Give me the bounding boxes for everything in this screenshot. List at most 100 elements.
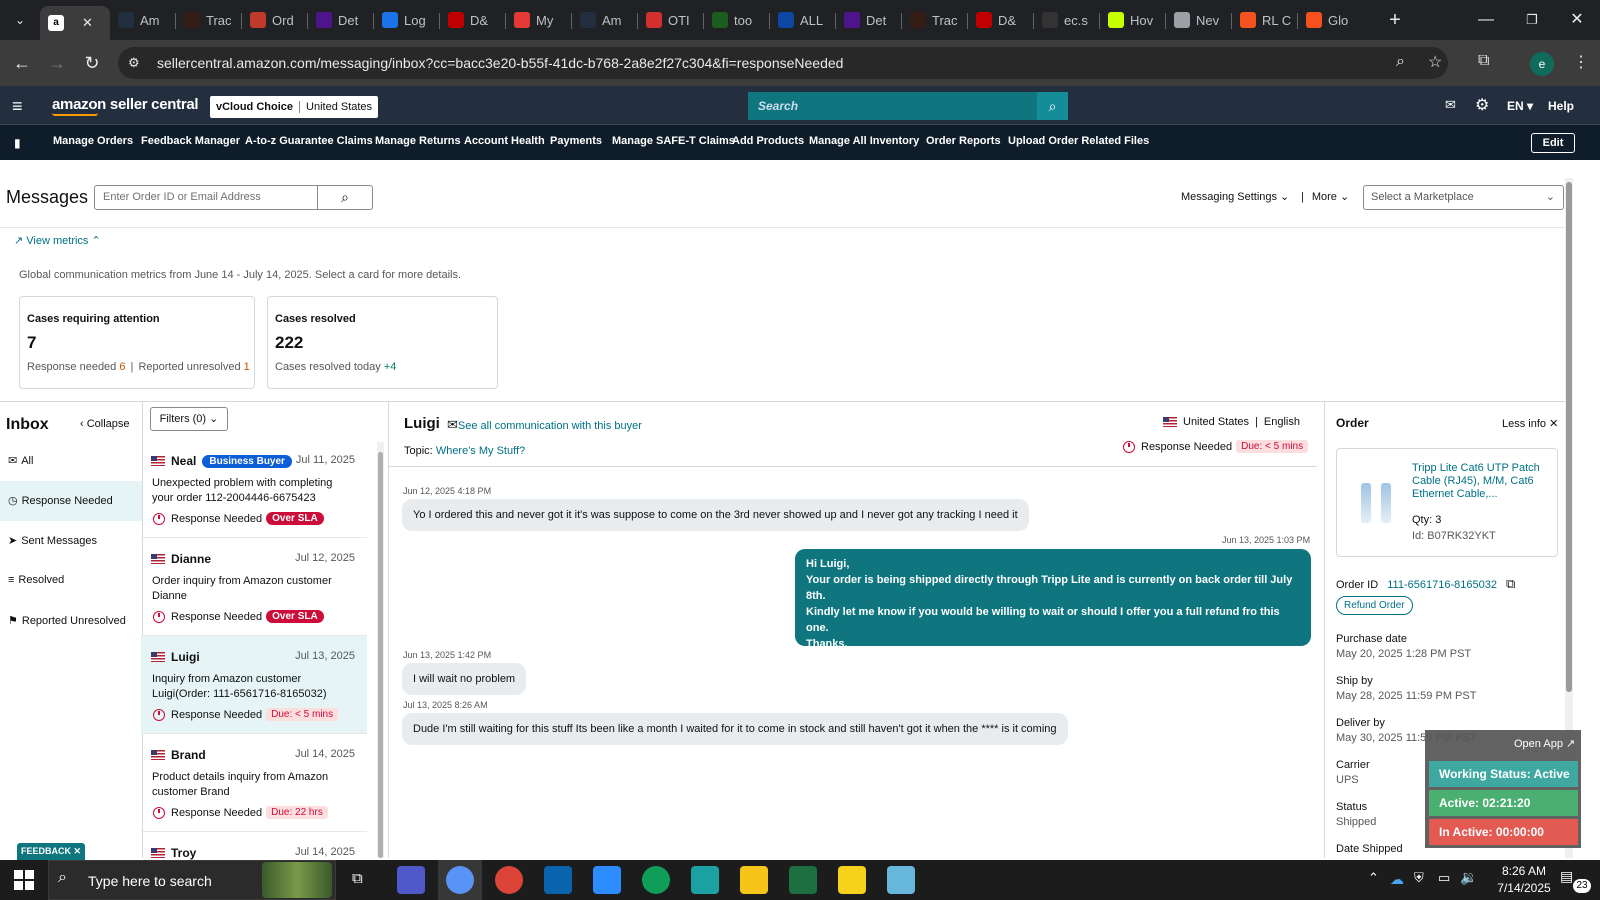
copy-icon[interactable]: ⧉ <box>1506 576 1515 591</box>
hamburger-menu-icon[interactable]: ≡ <box>12 96 23 117</box>
clock-time[interactable]: 8:26 AM <box>1494 864 1554 878</box>
browser-tab[interactable]: Trac <box>902 6 968 34</box>
minimize-icon[interactable]: — <box>1463 0 1509 40</box>
url-text[interactable]: sellercentral.amazon.com/messaging/inbox… <box>157 55 843 71</box>
extensions-icon[interactable]: ⧉ <box>1478 52 1489 70</box>
product-card[interactable]: Tripp Lite Cat6 UTP Patch Cable (RJ45), … <box>1336 448 1558 557</box>
chrome-icon[interactable] <box>642 866 670 894</box>
marketplace-select[interactable]: Select a Marketplace ⌄ <box>1363 185 1564 210</box>
nav-link[interactable]: Add Products <box>732 135 804 147</box>
browser-tab[interactable]: Ord <box>242 6 308 34</box>
nav-link[interactable]: Manage Returns <box>375 135 461 147</box>
feedback-tab[interactable]: FEEDBACK ✕ <box>17 843 85 860</box>
onedrive-icon[interactable]: ☁ <box>1390 871 1404 888</box>
nav-link[interactable]: Manage All Inventory <box>809 135 919 147</box>
back-arrow-icon[interactable]: ← <box>10 51 34 75</box>
list-item[interactable]: Luigi Jul 13, 2025 Inquiry from Amazon cus… <box>141 636 367 734</box>
browser-tab[interactable]: a ✕ <box>40 6 110 40</box>
edit-nav-button[interactable]: Edit <box>1531 133 1575 153</box>
more-dropdown[interactable]: | More ⌄ <box>1301 190 1349 203</box>
folder-sent-messages[interactable]: ➤ Sent Messages <box>8 534 97 548</box>
browser-tab[interactable]: Am <box>572 6 638 34</box>
taskbar-search-placeholder[interactable]: Type here to search <box>88 873 212 889</box>
help-link[interactable]: Help <box>1548 99 1574 113</box>
topic-link[interactable]: Where's My Stuff? <box>436 445 525 457</box>
browser-tab[interactable]: ec.s <box>1034 6 1100 34</box>
notification-icon[interactable]: ▤ <box>1560 868 1573 885</box>
folder-response-needed[interactable]: ◷ Response Needed <box>8 494 113 508</box>
messaging-settings-dropdown[interactable]: Messaging Settings ⌄ <box>1181 190 1289 203</box>
nav-link[interactable]: Upload Order Related Files <box>1008 135 1149 147</box>
global-search-input[interactable]: Search <box>748 92 1037 120</box>
browser-tab[interactable]: OTI <box>638 6 704 34</box>
browser-tab[interactable]: My <box>506 6 572 34</box>
file-explorer-icon[interactable] <box>740 866 768 894</box>
tab-search-chevron-icon[interactable]: ⌄ <box>8 8 32 32</box>
browser-tab[interactable]: Am <box>110 6 176 34</box>
site-info-icon[interactable]: ⚙ <box>128 55 140 71</box>
browser-tab[interactable]: Trac <box>176 6 242 34</box>
order-search-input[interactable]: Enter Order ID or Email Address <box>94 185 318 210</box>
product-title-link[interactable]: Tripp Lite Cat6 UTP Patch Cable (RJ45), … <box>1412 462 1552 501</box>
nav-link[interactable]: Manage Orders <box>53 135 133 147</box>
zoom-icon[interactable]: ⌕ <box>1396 53 1405 71</box>
close-icon[interactable]: ✕ <box>73 846 81 856</box>
list-item[interactable]: Brand Jul 14, 2025 Product details inquiry… <box>141 734 367 832</box>
volume-icon[interactable]: 🔉 <box>1460 869 1477 886</box>
browser-tab[interactable]: Log <box>374 6 440 34</box>
list-item[interactable]: Troy Jul 14, 2025 <box>141 832 367 860</box>
folder-reported-unresolved[interactable]: ⚑ Reported Unresolved <box>8 614 126 628</box>
browser-menu-icon[interactable]: ⋮ <box>1573 52 1589 72</box>
order-search-icon[interactable]: ⌕ <box>317 185 373 210</box>
mail-icon[interactable]: ✉ <box>1445 97 1456 113</box>
network-icon[interactable]: ▭ <box>1438 870 1450 886</box>
forward-arrow-icon[interactable]: → <box>45 51 69 75</box>
open-app-link[interactable]: Open App ↗ <box>1514 737 1575 750</box>
metric-card-attention[interactable]: Cases requiring attention 7 Response nee… <box>19 296 255 389</box>
task-view-icon[interactable]: ⧉ <box>352 870 363 887</box>
bookmark-icon[interactable]: ▮ <box>14 136 21 150</box>
chrome-profile-icon[interactable] <box>495 866 523 894</box>
security-icon[interactable]: ⛨ <box>1414 870 1424 886</box>
browser-tab[interactable]: Det <box>836 6 902 34</box>
search-icon[interactable]: ⌕ <box>1037 92 1068 120</box>
tray-chevron-icon[interactable]: ⌃ <box>1368 870 1379 886</box>
list-item[interactable]: Neal Business Buyer Jul 11, 2025 Unexpected… <box>141 440 367 538</box>
collapse-button[interactable]: ‹ Collapse <box>80 418 130 430</box>
browser-tab[interactable]: RL C <box>1232 6 1298 34</box>
store-switcher[interactable]: vCloud Choice United States <box>210 96 379 118</box>
sticky-notes-icon[interactable] <box>838 866 866 894</box>
outlook-icon[interactable] <box>544 866 572 894</box>
browser-tab[interactable]: D& <box>440 6 506 34</box>
browser-tab[interactable]: too <box>704 6 770 34</box>
less-info-button[interactable]: Less info ✕ <box>1502 417 1558 430</box>
reload-icon[interactable]: ↻ <box>80 51 104 75</box>
browser-tab[interactable]: Nev <box>1166 6 1232 34</box>
see-all-communication-link[interactable]: ✉See all communication with this buyer <box>447 417 642 433</box>
gear-icon[interactable]: ⚙ <box>1475 95 1489 115</box>
list-scrollbar-thumb[interactable] <box>378 452 383 858</box>
nav-link[interactable]: A-to-z Guarantee Claims <box>245 135 373 147</box>
browser-tab[interactable]: Det <box>308 6 374 34</box>
view-metrics-toggle[interactable]: ↗ View metrics ⌃ <box>14 234 101 247</box>
close-window-icon[interactable]: ✕ <box>1554 0 1600 40</box>
excel-icon[interactable] <box>789 866 817 894</box>
zoom-icon[interactable] <box>593 866 621 894</box>
nav-link[interactable]: Order Reports <box>926 135 1001 147</box>
refund-order-button[interactable]: Refund Order <box>1336 596 1413 615</box>
metric-card-resolved[interactable]: Cases resolved 222 Cases resolved today … <box>267 296 498 389</box>
bookmark-star-icon[interactable]: ☆ <box>1428 52 1442 72</box>
tab-close-icon[interactable]: ✕ <box>82 15 93 31</box>
page-scrollbar-thumb[interactable] <box>1566 182 1572 692</box>
new-tab-plus-icon[interactable]: + <box>1383 8 1407 32</box>
browser-tab[interactable]: ALL <box>770 6 836 34</box>
folder-all[interactable]: ✉ All <box>8 454 33 468</box>
order-id-link[interactable]: 111-6561716-8165032 <box>1387 579 1497 591</box>
restore-icon[interactable]: ❐ <box>1509 0 1555 40</box>
folder-resolved[interactable]: ≡ Resolved <box>8 574 64 586</box>
nav-link[interactable]: Manage SAFE-T Claims <box>612 135 735 147</box>
language-selector[interactable]: EN ▾ <box>1507 99 1533 113</box>
app-icon[interactable] <box>691 866 719 894</box>
clock-date[interactable]: 7/14/2025 <box>1490 881 1558 895</box>
filters-button[interactable]: Filters (0) ⌄ <box>150 407 228 431</box>
